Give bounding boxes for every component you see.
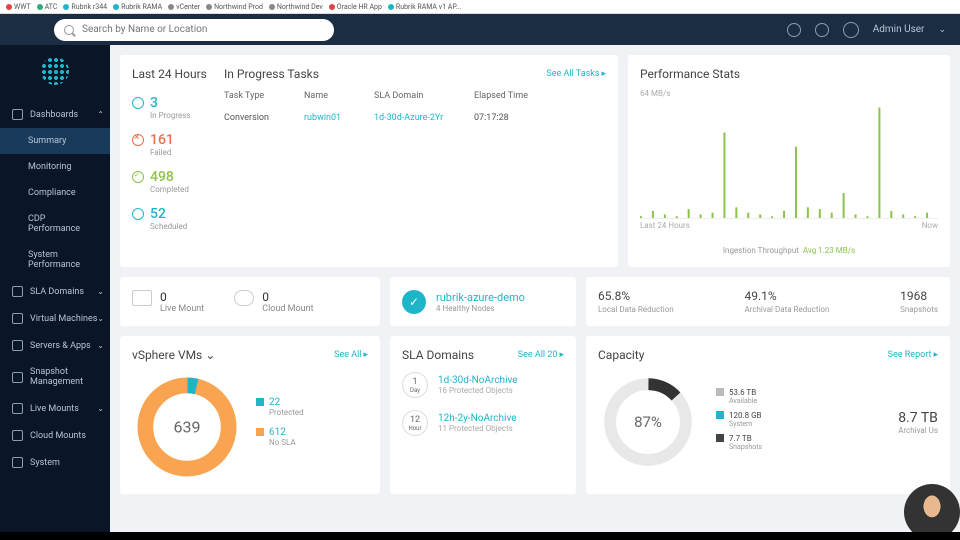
chevron-down-icon: ⌄ <box>97 314 104 323</box>
nav-system[interactable]: System <box>0 449 110 476</box>
task-row[interactable]: Conversionrubwin011d-30d-Azure-2Yr07:17:… <box>224 113 606 123</box>
chevron-down-icon[interactable]: ⌄ <box>938 25 946 35</box>
dashboard-icon <box>12 109 23 120</box>
nav-summary[interactable]: Summary <box>0 128 110 154</box>
nav-livemounts[interactable]: Live Mounts⌄ <box>0 395 110 422</box>
mounts-card: 0Live Mount 0Cloud Mount <box>120 277 380 326</box>
nav-servers[interactable]: Servers & Apps⌄ <box>0 332 110 359</box>
scheduled-icon <box>132 208 144 220</box>
see-all-vms-link[interactable]: See All ▸ <box>334 350 368 360</box>
sla-domains-card: SLA DomainsSee All 20 ▸ 1Day1d-30d-NoArc… <box>390 336 576 494</box>
data-reduction-card: 65.8%Local Data Reduction 49.1%Archival … <box>586 277 950 326</box>
gear-icon[interactable] <box>815 23 829 37</box>
sla-badge-icon: 12Hour <box>402 410 428 436</box>
nav-cloudmounts[interactable]: Cloud Mounts <box>0 422 110 449</box>
avatar-icon[interactable] <box>843 22 859 38</box>
logo-icon[interactable] <box>41 57 69 85</box>
chevron-down-icon: ⌄ <box>97 287 104 296</box>
capacity-legend-item: 53.6 TBAvailable <box>716 388 880 405</box>
sidebar: Dashboards⌃ Summary Monitoring Complianc… <box>0 45 110 540</box>
legend-swatch <box>256 428 264 436</box>
see-all-tasks-link[interactable]: See All Tasks ▸ <box>546 69 606 79</box>
sla-badge-icon: 1Day <box>402 372 428 398</box>
monitor-icon <box>132 290 152 306</box>
tasks-range-title: Last 24 Hours <box>132 67 216 81</box>
legend-swatch <box>256 398 264 406</box>
see-all-sla-link[interactable]: See All 20 ▸ <box>518 350 564 360</box>
chevron-down-icon: ⌄ <box>97 404 104 413</box>
search-input[interactable] <box>82 24 324 35</box>
globe-icon[interactable] <box>787 23 801 37</box>
browser-tab[interactable]: WWT <box>6 3 31 11</box>
search-icon <box>64 25 74 35</box>
browser-tab[interactable]: Rubrik RAMA v1 AP... <box>388 3 461 11</box>
user-name[interactable]: Admin User <box>873 24 925 35</box>
cloud-icon <box>12 430 23 441</box>
vms-donut-chart: 639 <box>132 372 242 482</box>
failed-icon <box>132 134 144 146</box>
capacity-donut-chart: 87% <box>598 372 698 472</box>
sla-icon <box>12 286 23 297</box>
nav-vms[interactable]: Virtual Machines⌄ <box>0 305 110 332</box>
mount-icon <box>12 403 23 414</box>
sla-item[interactable]: 1Day1d-30d-NoArchive16 Protected Objects <box>402 372 564 398</box>
browser-tab[interactable]: Rubrik RAMA <box>113 3 162 11</box>
search-box[interactable] <box>54 19 334 41</box>
completed-icon <box>132 171 144 183</box>
system-icon <box>12 457 23 468</box>
bottom-bar <box>0 532 960 540</box>
tasks-title: In Progress Tasks <box>224 67 319 81</box>
capacity-legend-item: 7.7 TBSnapshots <box>716 434 880 451</box>
nav-monitoring[interactable]: Monitoring <box>0 154 110 180</box>
browser-tab[interactable]: Northwind Prod <box>206 3 263 11</box>
browser-tab[interactable]: Northwind Dev <box>269 3 323 11</box>
cluster-name[interactable]: rubrik-azure-demo <box>436 291 525 304</box>
nav-sysperf[interactable]: System Performance <box>0 242 110 278</box>
vsphere-vms-card: vSphere VMs ⌄See All ▸ 639 22Protected 6… <box>120 336 380 494</box>
server-icon <box>12 340 23 351</box>
nav-cdp[interactable]: CDP Performance <box>0 206 110 242</box>
browser-tab[interactable]: vCenter <box>168 3 200 11</box>
browser-tab[interactable]: ATC <box>37 3 58 11</box>
cloud-icon <box>234 290 254 306</box>
capacity-legend-item: 120.8 GBSystem <box>716 411 880 428</box>
vms-title[interactable]: vSphere VMs ⌄ <box>132 348 215 362</box>
see-report-link[interactable]: See Report ▸ <box>888 350 938 360</box>
nav-snapshot[interactable]: Snapshot Management <box>0 359 110 395</box>
check-circle-icon: ✓ <box>402 290 426 314</box>
browser-tab[interactable]: Rubrik r344 <box>63 3 107 11</box>
vm-icon <box>12 313 23 324</box>
perf-title: Performance Stats <box>640 67 938 81</box>
main-content: Last 24 Hours 3In Progress 161Failed 498… <box>110 45 960 540</box>
chevron-up-icon: ⌃ <box>97 110 104 119</box>
health-card: ✓ rubrik-azure-demo4 Healthy Nodes <box>390 277 576 326</box>
perf-chart <box>640 104 938 219</box>
nav-dashboards[interactable]: Dashboards⌃ <box>0 101 110 128</box>
top-bar: Admin User ⌄ <box>0 14 960 45</box>
snapshot-icon <box>12 372 23 383</box>
performance-card: Performance Stats 64 MB/s Last 24 HoursN… <box>628 55 950 267</box>
browser-tab[interactable]: Oracle HR App <box>329 3 382 11</box>
sla-item[interactable]: 12Hour12h-2y-NoArchive11 Protected Objec… <box>402 410 564 436</box>
chevron-down-icon: ⌄ <box>97 341 104 350</box>
tasks-card: Last 24 Hours 3In Progress 161Failed 498… <box>120 55 618 267</box>
browser-tab-strip: WWT ATC Rubrik r344 Rubrik RAMA vCenter North… <box>0 0 960 14</box>
nav-compliance[interactable]: Compliance <box>0 180 110 206</box>
progress-icon <box>132 97 144 109</box>
nav-sla-domains[interactable]: SLA Domains⌄ <box>0 278 110 305</box>
capacity-card: CapacitySee Report ▸ 87% 53.6 TBAvailabl… <box>586 336 950 494</box>
